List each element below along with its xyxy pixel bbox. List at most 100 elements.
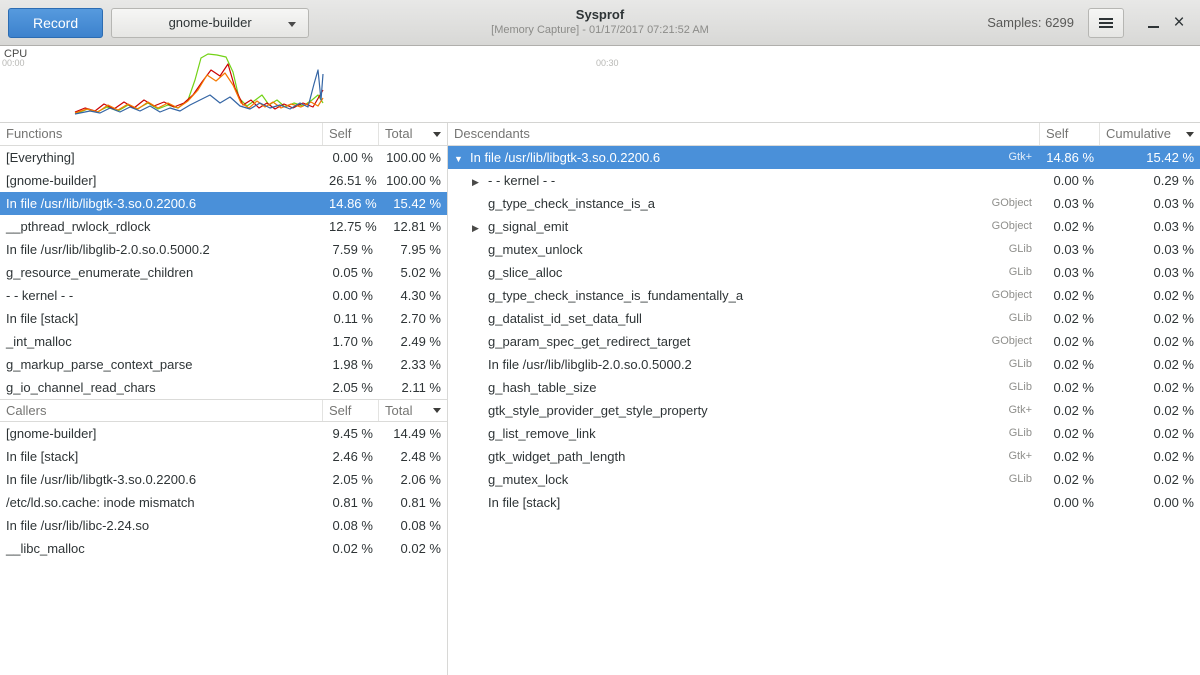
total-percent: 0.08 % xyxy=(379,514,447,537)
self-percent: 0.02 % xyxy=(1040,330,1100,353)
functions-row[interactable]: g_io_channel_read_chars2.05 %2.11 % xyxy=(0,376,447,399)
functions-row[interactable]: In file /usr/lib/libglib-2.0.so.0.5000.2… xyxy=(0,238,447,261)
descendants-row[interactable]: In file [stack]0.00 %0.00 % xyxy=(448,491,1200,514)
function-name: In file /usr/lib/libgtk-3.so.0.2200.6 xyxy=(0,468,323,491)
descendants-row[interactable]: ▼In file /usr/lib/libgtk-3.so.0.2200.6Gt… xyxy=(448,146,1200,169)
descendants-row[interactable]: g_datalist_id_set_data_fullGLib0.02 %0.0… xyxy=(448,307,1200,330)
callers-row[interactable]: [gnome-builder]9.45 %14.49 % xyxy=(0,422,447,445)
self-percent: 0.02 % xyxy=(1040,307,1100,330)
function-name: g_resource_enumerate_children xyxy=(0,261,323,284)
functions-row[interactable]: g_resource_enumerate_children0.05 %5.02 … xyxy=(0,261,447,284)
descendants-row[interactable]: ▶- - kernel - -0.00 %0.29 % xyxy=(448,169,1200,192)
functions-row[interactable]: [gnome-builder]26.51 %100.00 % xyxy=(0,169,447,192)
function-name: g_list_remove_link xyxy=(488,426,596,441)
self-percent: 26.51 % xyxy=(323,169,379,192)
function-name: g_mutex_lock xyxy=(488,472,568,487)
library-label: GObject xyxy=(962,284,1040,307)
total-percent: 0.81 % xyxy=(379,491,447,514)
function-name: __libc_malloc xyxy=(0,537,323,560)
callers-row[interactable]: In file /usr/lib/libc-2.24.so0.08 %0.08 … xyxy=(0,514,447,537)
function-name: g_mutex_unlock xyxy=(488,242,583,257)
function-name: g_param_spec_get_redirect_target xyxy=(488,334,690,349)
descendant-name-cell: g_slice_alloc xyxy=(448,261,962,284)
process-selector-label: gnome-builder xyxy=(169,15,252,30)
functions-row[interactable]: In file [stack]0.11 %2.70 % xyxy=(0,307,447,330)
descendants-row[interactable]: g_type_check_instance_is_fundamentally_a… xyxy=(448,284,1200,307)
callers-row[interactable]: In file /usr/lib/libgtk-3.so.0.2200.62.0… xyxy=(0,468,447,491)
self-percent: 0.08 % xyxy=(323,514,379,537)
callers-column-header[interactable]: Callers xyxy=(0,400,323,421)
self-percent: 14.86 % xyxy=(1040,146,1100,169)
close-button[interactable]: × xyxy=(1166,10,1192,36)
expander-closed-icon[interactable]: ▶ xyxy=(472,171,488,192)
functions-row[interactable]: g_markup_parse_context_parse1.98 %2.33 % xyxy=(0,353,447,376)
sort-descending-icon xyxy=(433,132,441,137)
functions-row[interactable]: In file /usr/lib/libgtk-3.so.0.2200.614.… xyxy=(0,192,447,215)
callers-row[interactable]: __libc_malloc0.02 %0.02 % xyxy=(0,537,447,560)
process-selector[interactable]: gnome-builder xyxy=(111,8,309,38)
main-content: Functions Self Total [Everything]0.00 %1… xyxy=(0,123,1200,675)
self-percent: 12.75 % xyxy=(323,215,379,238)
functions-row[interactable]: [Everything]0.00 %100.00 % xyxy=(0,146,447,169)
expander-closed-icon[interactable]: ▶ xyxy=(472,217,488,238)
cumulative-percent: 0.02 % xyxy=(1100,353,1200,376)
library-label: GObject xyxy=(962,192,1040,215)
function-name: gtk_style_provider_get_style_property xyxy=(488,403,708,418)
total-percent: 5.02 % xyxy=(379,261,447,284)
descendant-name-cell: In file /usr/lib/libglib-2.0.so.0.5000.2 xyxy=(448,353,962,376)
descendants-row[interactable]: ▶g_signal_emitGObject0.02 %0.03 % xyxy=(448,215,1200,238)
sort-descending-icon xyxy=(1186,132,1194,137)
descendant-name-cell: g_param_spec_get_redirect_target xyxy=(448,330,962,353)
function-name: In file /usr/lib/libgtk-3.so.0.2200.6 xyxy=(0,192,323,215)
total-column-header[interactable]: Total xyxy=(379,123,447,145)
self-percent: 0.02 % xyxy=(1040,215,1100,238)
expander-open-icon[interactable]: ▼ xyxy=(454,148,470,169)
function-name: In file /usr/lib/libc-2.24.so xyxy=(0,514,323,537)
self-percent: 1.98 % xyxy=(323,353,379,376)
library-label: Gtk+ xyxy=(962,399,1040,422)
descendants-row[interactable]: g_list_remove_linkGLib0.02 %0.02 % xyxy=(448,422,1200,445)
library-label: GLib xyxy=(962,468,1040,491)
self-percent: 1.70 % xyxy=(323,330,379,353)
descendants-row[interactable]: g_mutex_unlockGLib0.03 %0.03 % xyxy=(448,238,1200,261)
descendants-row[interactable]: gtk_style_provider_get_style_property Gtk… xyxy=(448,399,1200,422)
minimize-icon xyxy=(1148,26,1159,28)
record-button[interactable]: Record xyxy=(8,8,103,38)
total-percent: 100.00 % xyxy=(379,146,447,169)
functions-row[interactable]: _int_malloc1.70 %2.49 % xyxy=(0,330,447,353)
self-percent: 0.00 % xyxy=(1040,491,1100,514)
descendants-row[interactable]: g_slice_allocGLib0.03 %0.03 % xyxy=(448,261,1200,284)
cumulative-column-header[interactable]: Cumulative xyxy=(1100,123,1200,145)
callers-row[interactable]: /etc/ld.so.cache: inode mismatch0.81 %0.… xyxy=(0,491,447,514)
self-column-header[interactable]: Self xyxy=(323,123,379,145)
headerbar: Record gnome-builder Sysprof [Memory Cap… xyxy=(0,0,1200,46)
cpu-graph[interactable]: CPU 00:00 00:30 xyxy=(0,46,1200,123)
functions-row[interactable]: - - kernel - -0.00 %4.30 % xyxy=(0,284,447,307)
total-percent: 2.70 % xyxy=(379,307,447,330)
self-percent: 0.03 % xyxy=(1040,192,1100,215)
minimize-button[interactable] xyxy=(1140,10,1166,36)
functions-table-body: [Everything]0.00 %100.00 %[gnome-builder… xyxy=(0,146,447,399)
descendants-row[interactable]: gtk_widget_path_lengthGtk+0.02 %0.02 % xyxy=(448,445,1200,468)
cumulative-percent: 0.00 % xyxy=(1100,491,1200,514)
self-column-header[interactable]: Self xyxy=(1040,123,1100,145)
library-label: GLib xyxy=(962,376,1040,399)
function-name: In file /usr/lib/libgtk-3.so.0.2200.6 xyxy=(470,150,660,165)
cumulative-percent: 0.03 % xyxy=(1100,238,1200,261)
self-column-header[interactable]: Self xyxy=(323,400,379,421)
menu-button[interactable] xyxy=(1088,8,1124,38)
functions-row[interactable]: __pthread_rwlock_rdlock12.75 %12.81 % xyxy=(0,215,447,238)
library-label: GLib xyxy=(962,261,1040,284)
function-name: In file [stack] xyxy=(0,445,323,468)
descendants-row[interactable]: g_hash_table_sizeGLib0.02 %0.02 % xyxy=(448,376,1200,399)
callers-row[interactable]: In file [stack]2.46 %2.48 % xyxy=(0,445,447,468)
descendants-column-header[interactable]: Descendants xyxy=(448,123,1040,145)
functions-column-header[interactable]: Functions xyxy=(0,123,323,145)
descendants-row[interactable]: g_param_spec_get_redirect_targetGObject0… xyxy=(448,330,1200,353)
self-percent: 0.03 % xyxy=(1040,261,1100,284)
self-percent: 14.86 % xyxy=(323,192,379,215)
total-column-header[interactable]: Total xyxy=(379,400,447,421)
descendants-row[interactable]: g_type_check_instance_is_aGObject0.03 %0… xyxy=(448,192,1200,215)
descendants-row[interactable]: g_mutex_lockGLib0.02 %0.02 % xyxy=(448,468,1200,491)
descendants-row[interactable]: In file /usr/lib/libglib-2.0.so.0.5000.2… xyxy=(448,353,1200,376)
